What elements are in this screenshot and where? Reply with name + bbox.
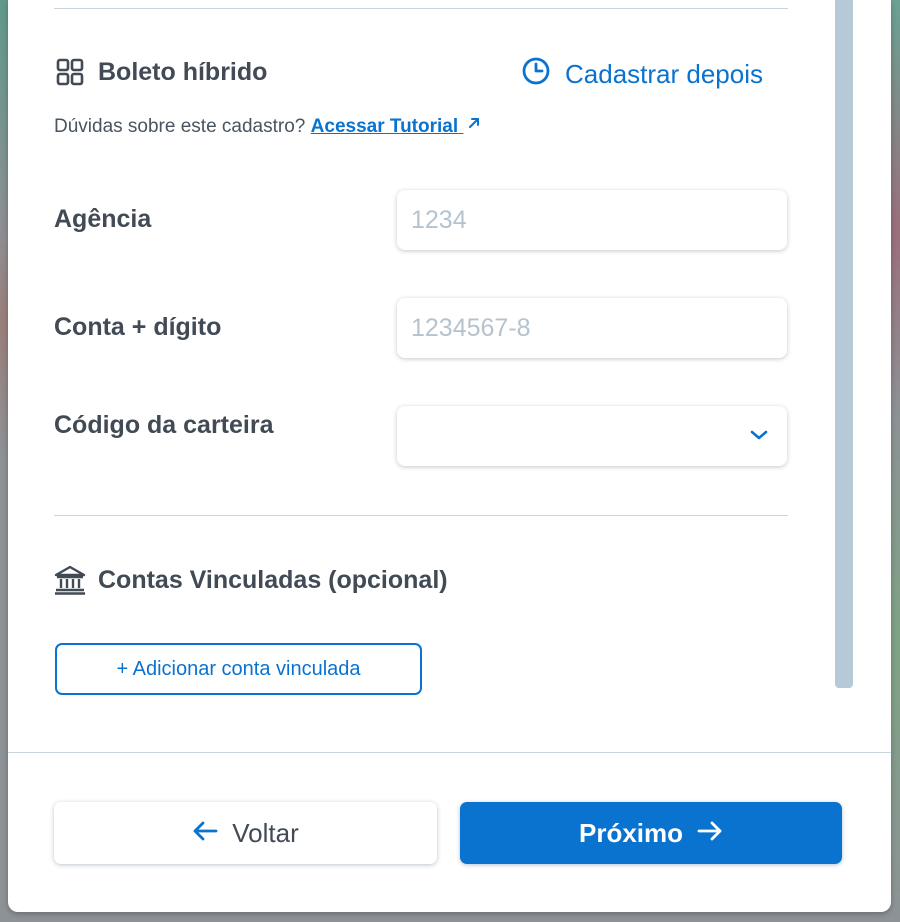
arrow-right-icon xyxy=(697,818,723,849)
back-button[interactable]: Voltar xyxy=(54,802,437,864)
registration-modal: Boleto híbrido Cadastrar depois Dúvidas … xyxy=(8,0,891,912)
tutorial-link[interactable]: Acessar Tutorial xyxy=(311,116,482,137)
scrollbar-thumb[interactable] xyxy=(835,0,853,688)
clock-icon xyxy=(521,56,551,93)
bank-icon xyxy=(54,564,86,596)
conta-input[interactable] xyxy=(397,298,787,358)
arrow-left-icon xyxy=(192,818,218,849)
conta-label: Conta + dígito xyxy=(54,313,222,341)
linked-accounts-title: Contas Vinculadas (opcional) xyxy=(98,565,448,594)
tutorial-link-label: Acessar Tutorial xyxy=(310,116,459,137)
add-linked-account-button[interactable]: + Adicionar conta vinculada xyxy=(55,643,422,695)
register-later-label: Cadastrar depois xyxy=(565,59,763,89)
chevron-down-icon xyxy=(749,428,769,447)
next-button-label: Próximo xyxy=(578,817,684,848)
backdrop-strip-right xyxy=(890,0,900,922)
back-button-label: Voltar xyxy=(232,817,299,848)
section-divider-top xyxy=(54,8,788,9)
carteira-select[interactable] xyxy=(397,406,787,466)
boleto-section-title: Boleto híbrido xyxy=(98,57,268,86)
external-arrow-icon xyxy=(469,118,480,128)
footer-divider xyxy=(8,752,891,753)
section-divider-linked xyxy=(54,515,788,516)
tutorial-help-line: Dúvidas sobre este cadastro? Acessar Tut… xyxy=(54,116,481,138)
boleto-section-heading: Boleto híbrido xyxy=(54,56,267,88)
register-later-link[interactable]: Cadastrar depois xyxy=(521,56,763,93)
agencia-label: Agência xyxy=(54,205,152,233)
grid-icon xyxy=(54,56,86,88)
tutorial-help-text: Dúvidas sobre este cadastro? xyxy=(54,116,306,137)
backdrop-strip-left xyxy=(0,0,8,922)
carteira-label: Código da carteira xyxy=(54,411,274,439)
modal-scroll-area[interactable]: Boleto híbrido Cadastrar depois Dúvidas … xyxy=(8,0,891,752)
next-button[interactable]: Próximo xyxy=(460,802,842,864)
linked-accounts-heading: Contas Vinculadas (opcional) xyxy=(54,564,448,596)
agencia-input[interactable] xyxy=(397,190,787,250)
